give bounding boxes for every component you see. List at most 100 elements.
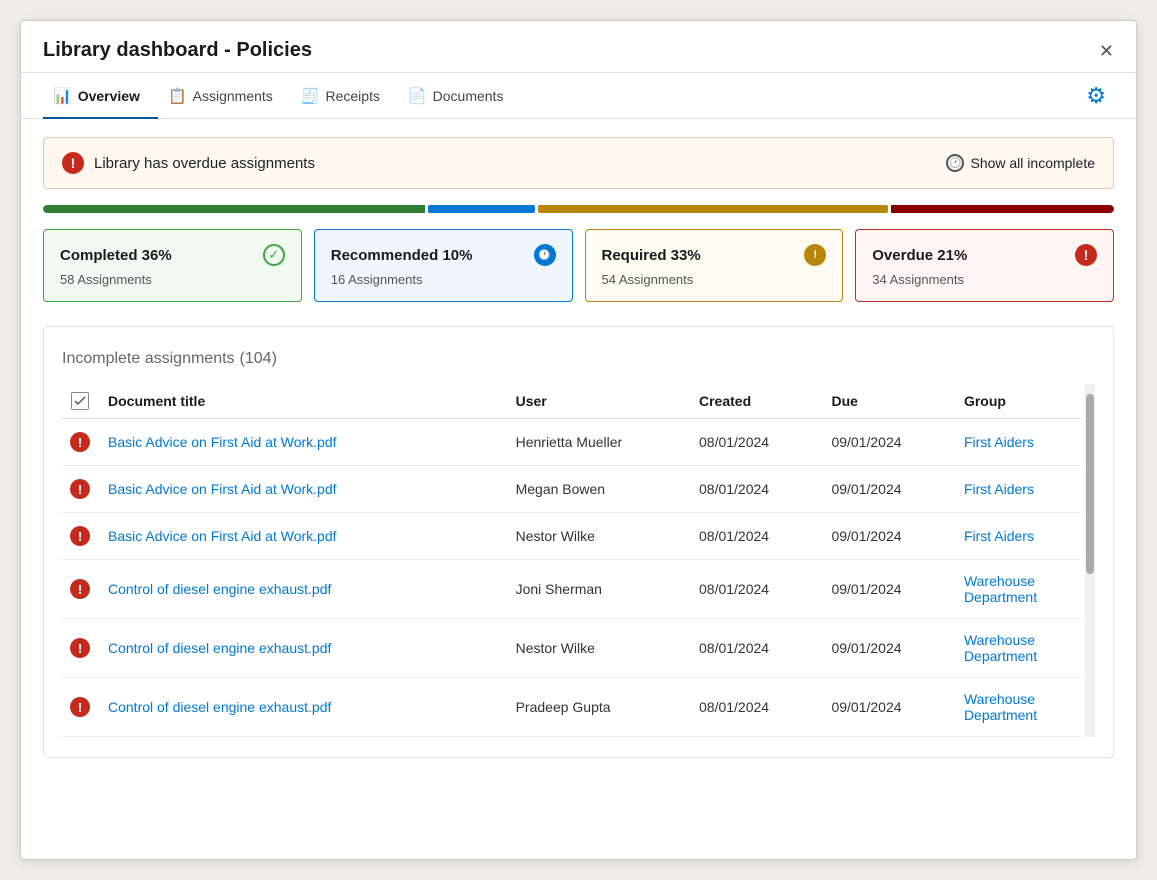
doc-link[interactable]: Control of diesel engine exhaust.pdf (108, 581, 331, 597)
stat-card-required: Required 33% ! 54 Assignments (585, 229, 844, 302)
overdue-row-icon: ! (70, 579, 90, 599)
row-doc-title: Control of diesel engine exhaust.pdf (100, 560, 508, 619)
row-status-icon: ! (62, 560, 100, 619)
row-doc-title: Basic Advice on First Aid at Work.pdf (100, 513, 508, 560)
row-doc-title: Control of diesel engine exhaust.pdf (100, 678, 508, 737)
overview-icon: 📊 (53, 87, 72, 105)
stat-card-recommended: Recommended 10% 🕐 16 Assignments (314, 229, 573, 302)
overdue-error-icon: ! (1075, 244, 1097, 266)
group-link[interactable]: First Aiders (964, 528, 1034, 544)
table-row: ! Basic Advice on First Aid at Work.pdf … (62, 419, 1081, 466)
main-content: ! Library has overdue assignments 🕐 Show… (21, 119, 1136, 859)
row-user: Nestor Wilke (508, 619, 691, 678)
doc-link[interactable]: Control of diesel engine exhaust.pdf (108, 640, 331, 656)
group-link[interactable]: First Aiders (964, 481, 1034, 497)
row-status-icon: ! (62, 678, 100, 737)
main-window: Library dashboard - Policies ✕ 📊 Overvie… (20, 20, 1137, 860)
incomplete-section-title: Incomplete assignments (104) (62, 347, 1095, 368)
col-due: Due (823, 384, 955, 419)
tab-overview[interactable]: 📊 Overview (43, 73, 158, 119)
table-row: ! Basic Advice on First Aid at Work.pdf … (62, 466, 1081, 513)
row-due: 09/01/2024 (823, 466, 955, 513)
row-doc-title: Basic Advice on First Aid at Work.pdf (100, 466, 508, 513)
doc-link[interactable]: Basic Advice on First Aid at Work.pdf (108, 528, 337, 544)
overdue-row-icon: ! (70, 432, 90, 452)
row-user: Pradeep Gupta (508, 678, 691, 737)
row-created: 08/01/2024 (691, 466, 823, 513)
settings-button[interactable]: ⚙ (1078, 75, 1114, 117)
row-created: 08/01/2024 (691, 513, 823, 560)
row-user: Nestor Wilke (508, 513, 691, 560)
overdue-row-icon: ! (70, 479, 90, 499)
progress-overdue (891, 205, 1114, 213)
stat-card-required-sub: 54 Assignments (602, 272, 827, 287)
row-user: Henrietta Mueller (508, 419, 691, 466)
group-link[interactable]: Warehouse Department (964, 573, 1037, 605)
stat-card-completed-header: Completed 36% ✓ (60, 244, 285, 266)
row-doc-title: Basic Advice on First Aid at Work.pdf (100, 419, 508, 466)
progress-required (538, 205, 888, 213)
row-group: Warehouse Department (956, 560, 1081, 619)
row-created: 08/01/2024 (691, 678, 823, 737)
col-group: Group (956, 384, 1081, 419)
stat-card-completed: Completed 36% ✓ 58 Assignments (43, 229, 302, 302)
table-row: ! Control of diesel engine exhaust.pdf J… (62, 560, 1081, 619)
table-header-row: Document title User Created Due Group (62, 384, 1081, 419)
row-due: 09/01/2024 (823, 419, 955, 466)
scrollbar-track[interactable] (1085, 384, 1095, 737)
row-status-icon: ! (62, 419, 100, 466)
row-group: First Aiders (956, 419, 1081, 466)
col-created: Created (691, 384, 823, 419)
required-warning-icon: ! (804, 244, 826, 266)
doc-link[interactable]: Basic Advice on First Aid at Work.pdf (108, 434, 337, 450)
group-link[interactable]: Warehouse Department (964, 632, 1037, 664)
stat-card-required-header: Required 33% ! (602, 244, 827, 266)
stat-cards: Completed 36% ✓ 58 Assignments Recommend… (43, 229, 1114, 302)
progress-recommended (428, 205, 534, 213)
overdue-row-icon: ! (70, 697, 90, 717)
recommended-clock-icon: 🕐 (534, 244, 556, 266)
row-status-icon: ! (62, 466, 100, 513)
col-checkbox (62, 384, 100, 419)
row-group: First Aiders (956, 513, 1081, 560)
row-group: Warehouse Department (956, 678, 1081, 737)
progress-completed (43, 205, 425, 213)
tab-documents[interactable]: 📄 Documents (398, 73, 522, 119)
show-all-incomplete-button[interactable]: 🕐 Show all incomplete (946, 154, 1095, 172)
tab-receipts[interactable]: 🧾 Receipts (291, 73, 398, 119)
incomplete-section: Incomplete assignments (104) (43, 326, 1114, 758)
completed-check-icon: ✓ (263, 244, 285, 266)
table-row: ! Control of diesel engine exhaust.pdf P… (62, 678, 1081, 737)
progress-bar (43, 205, 1114, 213)
scrollbar-thumb[interactable] (1086, 394, 1094, 574)
alert-message: Library has overdue assignments (94, 155, 315, 172)
select-all-checkbox[interactable] (71, 392, 89, 410)
doc-link[interactable]: Control of diesel engine exhaust.pdf (108, 699, 331, 715)
stat-card-completed-sub: 58 Assignments (60, 272, 285, 287)
stat-card-recommended-sub: 16 Assignments (331, 272, 556, 287)
alert-icon: ! (62, 152, 84, 174)
table-row: ! Control of diesel engine exhaust.pdf N… (62, 619, 1081, 678)
close-button[interactable]: ✕ (1099, 42, 1114, 60)
documents-icon: 📄 (408, 87, 427, 105)
stat-card-overdue-header: Overdue 21% ! (872, 244, 1097, 266)
assignments-icon: 📋 (168, 87, 187, 105)
tab-assignments[interactable]: 📋 Assignments (158, 73, 291, 119)
overdue-row-icon: ! (70, 638, 90, 658)
window-title: Library dashboard - Policies (43, 39, 312, 62)
tab-bar: 📊 Overview 📋 Assignments 🧾 Receipts 📄 Do… (21, 73, 1136, 119)
stat-card-recommended-title: Recommended 10% (331, 247, 473, 264)
col-doc-title: Document title (100, 384, 508, 419)
alert-banner: ! Library has overdue assignments 🕐 Show… (43, 137, 1114, 189)
row-created: 08/01/2024 (691, 560, 823, 619)
row-group: First Aiders (956, 466, 1081, 513)
row-due: 09/01/2024 (823, 513, 955, 560)
row-due: 09/01/2024 (823, 619, 955, 678)
group-link[interactable]: Warehouse Department (964, 691, 1037, 723)
row-user: Joni Sherman (508, 560, 691, 619)
doc-link[interactable]: Basic Advice on First Aid at Work.pdf (108, 481, 337, 497)
row-due: 09/01/2024 (823, 560, 955, 619)
stat-card-completed-title: Completed 36% (60, 247, 172, 264)
title-bar: Library dashboard - Policies ✕ (21, 21, 1136, 73)
group-link[interactable]: First Aiders (964, 434, 1034, 450)
